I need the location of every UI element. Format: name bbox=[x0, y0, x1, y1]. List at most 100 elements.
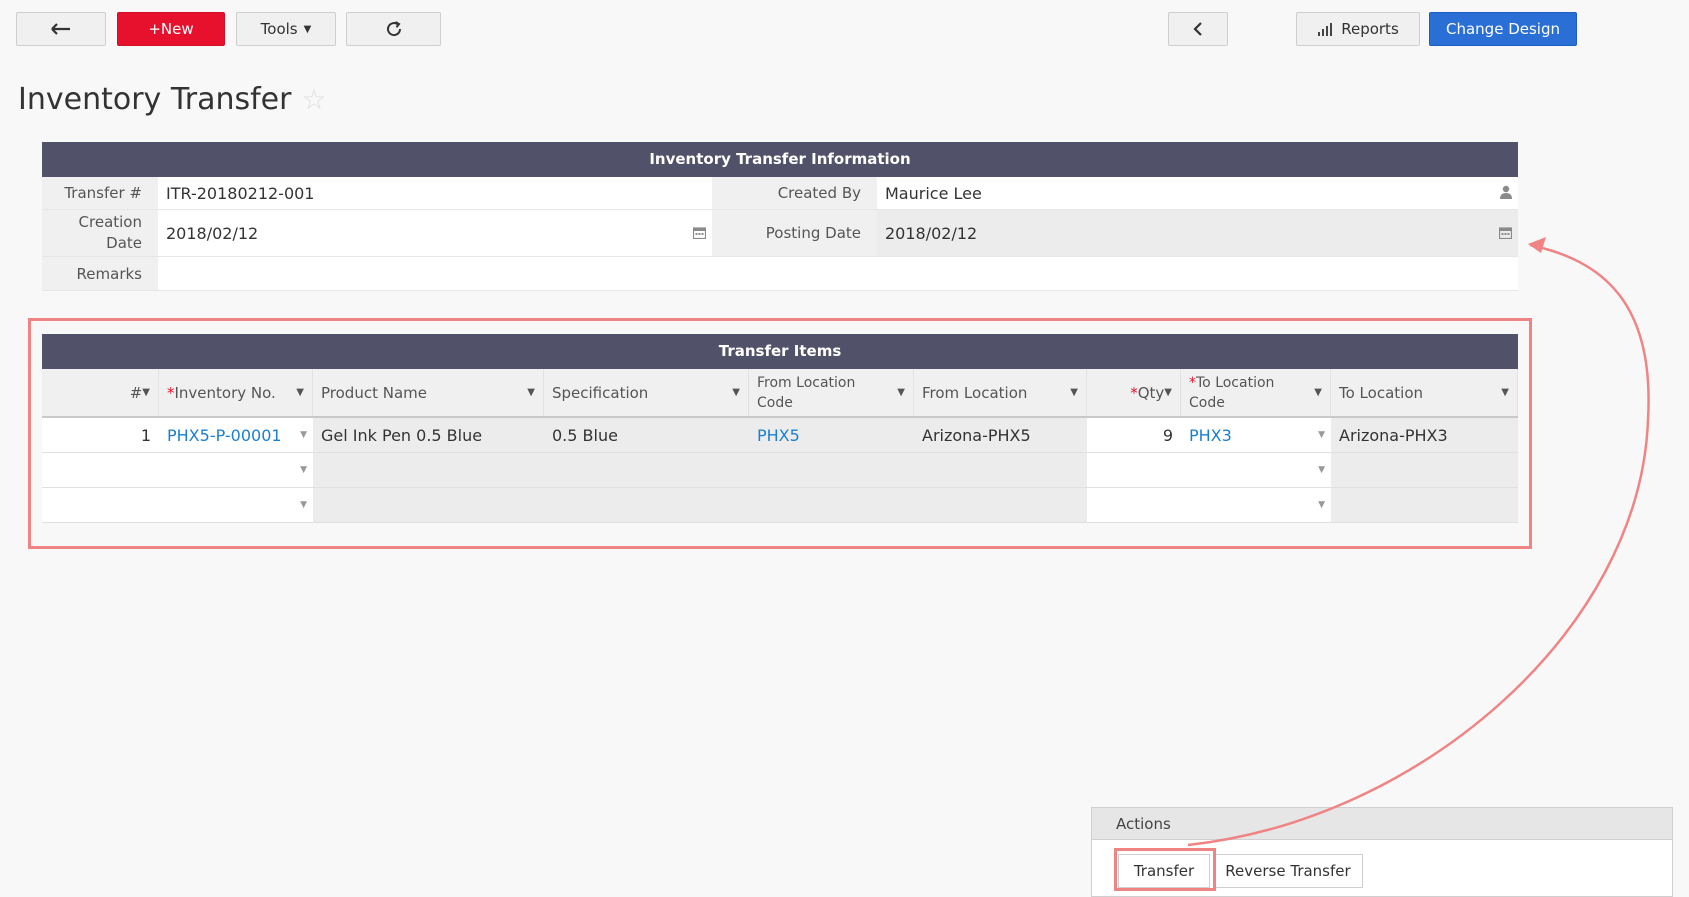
creation-date-field[interactable]: 2018/02/12 bbox=[158, 210, 712, 256]
info-row-remarks: Remarks bbox=[42, 257, 1518, 291]
posting-date-value: 2018/02/12 bbox=[885, 223, 978, 243]
reverse-transfer-button[interactable]: Reverse Transfer bbox=[1213, 854, 1363, 888]
creation-date-label-line2: Date bbox=[106, 234, 142, 252]
table-row: 1 PHX5-P-00001 ▼ Gel Ink Pen 0.5 Blue 0.… bbox=[42, 418, 1518, 453]
column-num-label: # bbox=[129, 383, 143, 402]
caret-down-icon: ▼ bbox=[1314, 386, 1322, 398]
calendar-icon[interactable] bbox=[1499, 226, 1512, 239]
creation-date-label-line1: Creation bbox=[78, 213, 142, 231]
posting-date-field[interactable]: 2018/02/12 bbox=[877, 210, 1518, 256]
creation-date-value: 2018/02/12 bbox=[166, 223, 259, 243]
cell-specification: 0.5 Blue bbox=[544, 418, 749, 452]
tools-button[interactable]: Tools ▼ bbox=[236, 12, 336, 46]
items-section-header: Transfer Items bbox=[42, 334, 1518, 369]
cell-to-location: Arizona-PHX3 bbox=[1331, 418, 1518, 452]
caret-down-icon: ▼ bbox=[897, 386, 905, 398]
actions-header: Actions bbox=[1092, 808, 1672, 840]
cell-from-location-code bbox=[749, 488, 914, 522]
column-to-location-code-label-2: Code bbox=[1189, 394, 1225, 411]
cell-num bbox=[42, 488, 159, 522]
cell-to-location bbox=[1331, 488, 1518, 522]
cell-qty[interactable]: 9 bbox=[1087, 418, 1181, 452]
new-button[interactable]: +New bbox=[117, 12, 225, 46]
user-icon[interactable] bbox=[1500, 185, 1512, 199]
caret-down-icon: ▼ bbox=[527, 386, 535, 398]
column-header-to-location[interactable]: To Location ▼ bbox=[1331, 369, 1518, 416]
column-from-location-code-label-2: Code bbox=[757, 394, 793, 411]
cell-from-location bbox=[914, 488, 1087, 522]
column-header-to-location-code[interactable]: *To Location Code ▼ bbox=[1181, 369, 1331, 416]
column-header-inventory-no[interactable]: *Inventory No. ▼ bbox=[159, 369, 313, 416]
page-title: Inventory Transfer ☆ bbox=[18, 82, 327, 117]
posting-date-label: Posting Date bbox=[712, 210, 877, 256]
arrow-left-icon bbox=[51, 23, 70, 35]
items-grid-header: # ▼ *Inventory No. ▼ Product Name ▼ Spec… bbox=[42, 369, 1518, 418]
dropdown-arrow-icon[interactable]: ▼ bbox=[300, 465, 307, 475]
chevron-left-icon bbox=[1193, 22, 1202, 36]
transfer-items-section: Transfer Items # ▼ *Inventory No. ▼ Prod… bbox=[42, 334, 1518, 523]
column-product-name-label: Product Name bbox=[321, 383, 427, 402]
remarks-field[interactable] bbox=[158, 257, 1518, 290]
cell-specification bbox=[544, 453, 749, 487]
dropdown-arrow-icon[interactable]: ▼ bbox=[300, 430, 307, 440]
caret-down-icon: ▼ bbox=[1501, 386, 1509, 398]
cell-product-name: Gel Ink Pen 0.5 Blue bbox=[313, 418, 544, 452]
favorite-star-icon[interactable]: ☆ bbox=[301, 83, 326, 116]
created-by-field[interactable]: Maurice Lee bbox=[877, 177, 1518, 209]
cell-inventory-no[interactable]: ▼ bbox=[159, 453, 313, 487]
cell-to-location-code[interactable]: ▼ bbox=[1181, 453, 1331, 487]
calendar-icon[interactable] bbox=[693, 226, 706, 239]
reports-button[interactable]: Reports bbox=[1296, 12, 1420, 46]
cell-to-location-code[interactable]: ▼ bbox=[1181, 488, 1331, 522]
column-header-from-location-code[interactable]: From Location Code ▼ bbox=[749, 369, 914, 416]
from-location-code-link[interactable]: PHX5 bbox=[757, 426, 800, 445]
cell-from-location-code bbox=[749, 453, 914, 487]
cell-qty[interactable] bbox=[1087, 488, 1181, 522]
dropdown-arrow-icon[interactable]: ▼ bbox=[1318, 500, 1325, 510]
cell-from-location-code: PHX5 bbox=[749, 418, 914, 452]
change-design-label: Change Design bbox=[1446, 20, 1560, 38]
inventory-no-link[interactable]: PHX5-P-00001 bbox=[167, 426, 282, 445]
column-from-location-label: From Location bbox=[922, 383, 1028, 402]
column-to-location-code-label-1: To Location bbox=[1196, 374, 1275, 391]
created-by-value: Maurice Lee bbox=[885, 183, 982, 203]
column-header-qty[interactable]: *Qty ▼ bbox=[1087, 369, 1181, 416]
caret-down-icon: ▼ bbox=[142, 386, 150, 398]
info-row-transfer: Transfer # ITR-20180212-001 Created By M… bbox=[42, 177, 1518, 210]
column-specification-label: Specification bbox=[552, 383, 649, 402]
caret-down-icon: ▼ bbox=[303, 23, 312, 35]
transfer-number-value: ITR-20180212-001 bbox=[166, 183, 315, 203]
column-header-specification[interactable]: Specification ▼ bbox=[544, 369, 749, 416]
cell-to-location-code[interactable]: PHX3 ▼ bbox=[1181, 418, 1331, 452]
transfer-number-field[interactable]: ITR-20180212-001 bbox=[158, 177, 712, 209]
reports-button-label: Reports bbox=[1341, 20, 1399, 38]
column-header-product-name[interactable]: Product Name ▼ bbox=[313, 369, 544, 416]
caret-down-icon: ▼ bbox=[732, 386, 740, 398]
transfer-button-highlight bbox=[1114, 848, 1216, 891]
back-button[interactable] bbox=[16, 12, 106, 46]
dropdown-arrow-icon[interactable]: ▼ bbox=[1318, 430, 1325, 440]
column-inventory-no-label: Inventory No. bbox=[174, 383, 276, 402]
reverse-transfer-button-label: Reverse Transfer bbox=[1225, 862, 1351, 880]
column-header-num[interactable]: # ▼ bbox=[42, 369, 159, 416]
caret-down-icon: ▼ bbox=[1070, 386, 1078, 398]
change-design-button[interactable]: Change Design bbox=[1429, 12, 1577, 46]
tools-button-label: Tools bbox=[260, 20, 298, 38]
previous-record-button[interactable] bbox=[1168, 12, 1228, 46]
new-button-label: +New bbox=[148, 20, 194, 38]
dropdown-arrow-icon[interactable]: ▼ bbox=[1318, 465, 1325, 475]
inventory-transfer-information-section: Inventory Transfer Information Transfer … bbox=[42, 142, 1518, 291]
transfer-number-label: Transfer # bbox=[42, 177, 158, 209]
column-qty-label: Qty bbox=[1137, 383, 1165, 402]
cell-inventory-no[interactable]: ▼ bbox=[159, 488, 313, 522]
column-header-from-location[interactable]: From Location ▼ bbox=[914, 369, 1087, 416]
cell-inventory-no[interactable]: PHX5-P-00001 ▼ bbox=[159, 418, 313, 452]
created-by-label: Created By bbox=[712, 177, 877, 209]
cell-num bbox=[42, 453, 159, 487]
cell-product-name bbox=[313, 488, 544, 522]
to-location-code-link[interactable]: PHX3 bbox=[1189, 426, 1232, 445]
dropdown-arrow-icon[interactable]: ▼ bbox=[300, 500, 307, 510]
cell-qty[interactable] bbox=[1087, 453, 1181, 487]
refresh-button[interactable] bbox=[346, 12, 441, 46]
caret-down-icon: ▼ bbox=[296, 386, 304, 398]
